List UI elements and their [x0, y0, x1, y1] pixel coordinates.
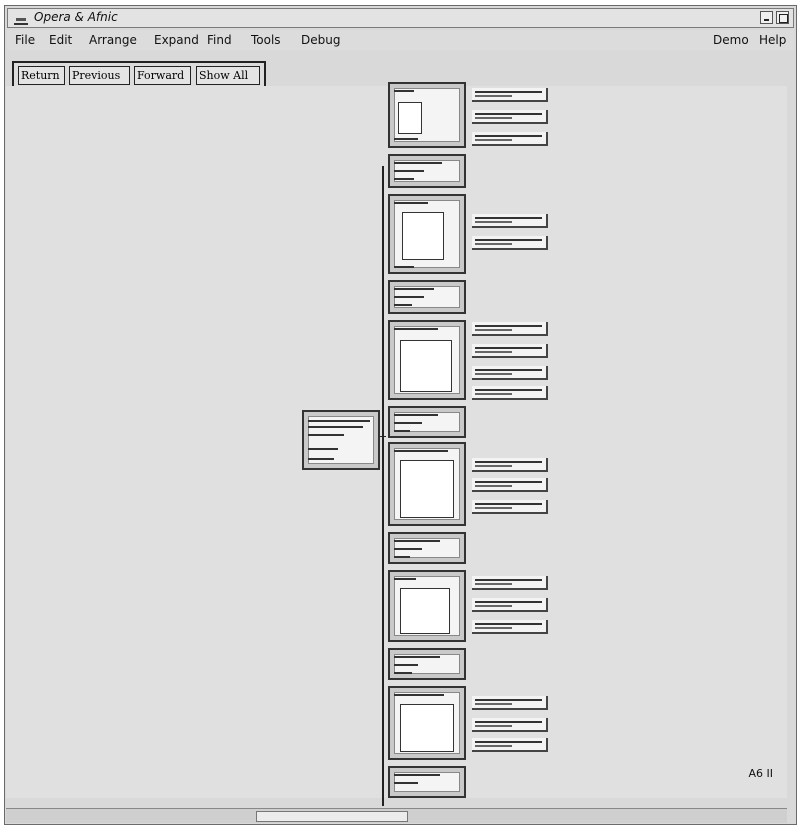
- child-node[interactable]: [388, 280, 466, 314]
- scrollbar-thumb[interactable]: [256, 811, 408, 822]
- menu-help[interactable]: Help: [759, 33, 786, 47]
- title-bar: Opera & Afnic: [7, 8, 794, 28]
- zoom-indicator: A6 II: [748, 767, 773, 780]
- menu-demo[interactable]: Demo: [713, 33, 749, 47]
- menu-expand[interactable]: Expand: [154, 33, 199, 47]
- child-node[interactable]: [388, 442, 466, 526]
- maximize-icon[interactable]: [776, 11, 789, 24]
- leaf-node[interactable]: [472, 110, 548, 124]
- diagram-canvas[interactable]: A6 II: [6, 82, 787, 806]
- minimize-icon[interactable]: [760, 11, 773, 24]
- leaf-node[interactable]: [472, 88, 548, 102]
- menu-tools[interactable]: Tools: [251, 33, 281, 47]
- forward-button[interactable]: Forward: [134, 66, 191, 85]
- child-node[interactable]: [388, 766, 466, 798]
- leaf-node[interactable]: [472, 620, 548, 634]
- previous-button[interactable]: Previous: [69, 66, 130, 85]
- child-node[interactable]: [388, 686, 466, 760]
- child-node[interactable]: [388, 406, 466, 438]
- window-title: Opera & Afnic: [34, 10, 118, 24]
- leaf-node[interactable]: [472, 696, 548, 710]
- show-all-button[interactable]: Show All: [196, 66, 260, 85]
- child-node[interactable]: [388, 82, 466, 148]
- leaf-node[interactable]: [472, 458, 548, 472]
- menu-arrange[interactable]: Arrange: [89, 33, 137, 47]
- child-node[interactable]: [388, 320, 466, 400]
- menu-file[interactable]: File: [15, 33, 35, 47]
- child-node[interactable]: [388, 532, 466, 564]
- menu-bar: File Edit Arrange Expand Find Tools Debu…: [7, 30, 794, 50]
- leaf-node[interactable]: [472, 576, 548, 590]
- leaf-node[interactable]: [472, 236, 548, 250]
- leaf-node[interactable]: [472, 344, 548, 358]
- child-node[interactable]: [388, 570, 466, 642]
- leaf-node[interactable]: [472, 500, 548, 514]
- child-node[interactable]: [388, 194, 466, 274]
- navigation-toolbar: Return Previous Forward Show All: [12, 61, 266, 89]
- leaf-node[interactable]: [472, 132, 548, 146]
- leaf-node[interactable]: [472, 214, 548, 228]
- return-button[interactable]: Return: [18, 66, 65, 85]
- menu-debug[interactable]: Debug: [301, 33, 340, 47]
- child-node[interactable]: [388, 154, 466, 188]
- leaf-node[interactable]: [472, 478, 548, 492]
- leaf-node[interactable]: [472, 366, 548, 380]
- leaf-node[interactable]: [472, 322, 548, 336]
- tree-spine: [382, 166, 384, 806]
- child-node[interactable]: [388, 648, 466, 680]
- leaf-node[interactable]: [472, 738, 548, 752]
- leaf-node[interactable]: [472, 598, 548, 612]
- window-menu-icon[interactable]: [14, 13, 28, 25]
- horizontal-scrollbar[interactable]: [6, 808, 787, 823]
- leaf-node[interactable]: [472, 386, 548, 400]
- leaf-node[interactable]: [472, 718, 548, 732]
- menu-find[interactable]: Find: [207, 33, 232, 47]
- menu-edit[interactable]: Edit: [49, 33, 72, 47]
- root-node[interactable]: [302, 410, 380, 470]
